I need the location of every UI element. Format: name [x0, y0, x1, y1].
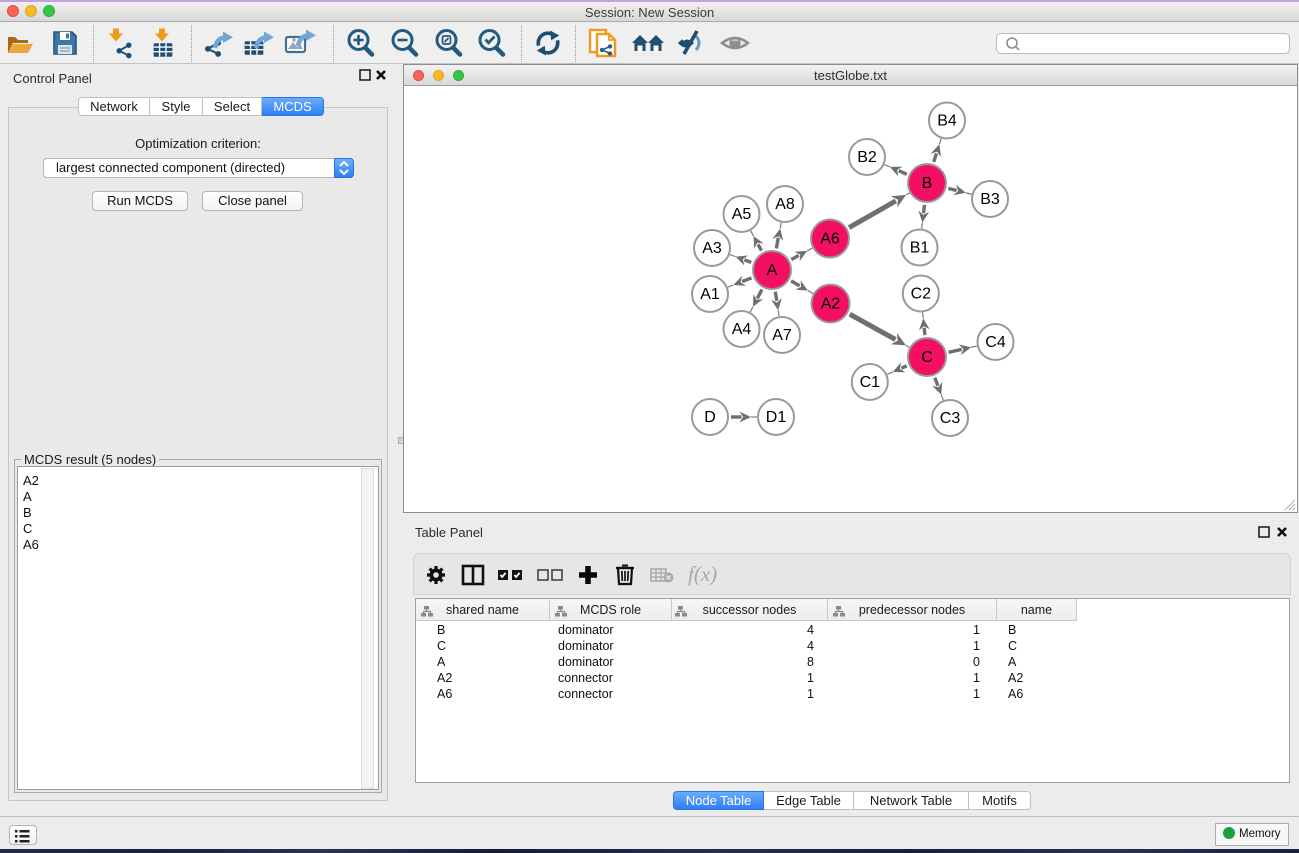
svg-text:D1: D1 — [766, 409, 787, 426]
svg-text:A7: A7 — [772, 327, 792, 344]
svg-text:A4: A4 — [732, 321, 752, 338]
svg-text:B1: B1 — [910, 240, 930, 257]
svg-text:C2: C2 — [911, 286, 932, 303]
svg-text:B3: B3 — [980, 191, 1000, 208]
svg-text:C: C — [921, 349, 933, 366]
svg-text:C1: C1 — [860, 374, 881, 391]
svg-text:C4: C4 — [985, 334, 1006, 351]
svg-text:B2: B2 — [857, 149, 877, 166]
svg-text:A3: A3 — [702, 240, 722, 257]
svg-text:A1: A1 — [700, 286, 720, 303]
svg-text:B: B — [922, 175, 933, 192]
svg-text:A8: A8 — [775, 196, 795, 213]
svg-text:B4: B4 — [937, 113, 957, 130]
svg-text:A6: A6 — [820, 231, 840, 248]
svg-text:D: D — [704, 409, 716, 426]
svg-text:A5: A5 — [732, 206, 752, 223]
svg-text:A: A — [767, 262, 778, 279]
svg-text:A2: A2 — [821, 296, 841, 313]
svg-text:C3: C3 — [940, 410, 961, 427]
